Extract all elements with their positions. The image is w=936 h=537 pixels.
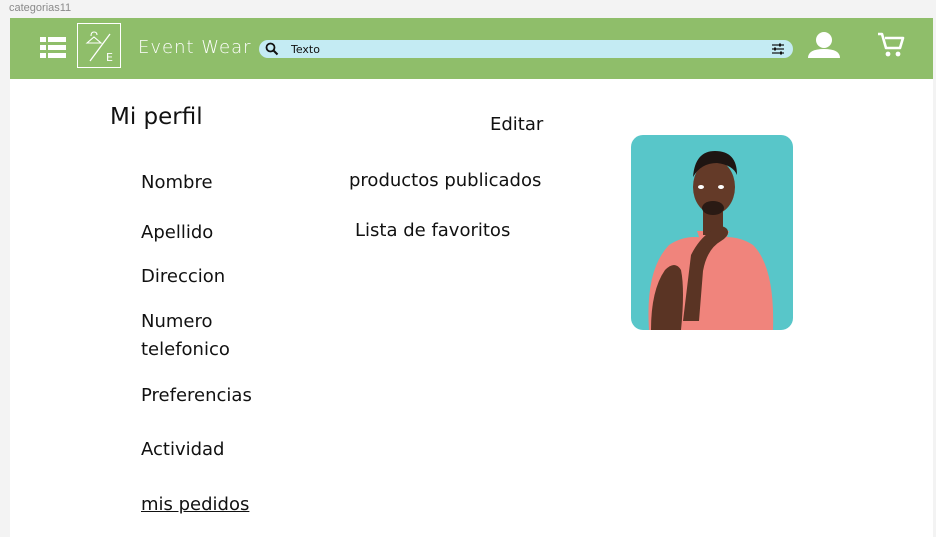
- edit-button[interactable]: Editar: [490, 114, 543, 135]
- menu-list-icon[interactable]: [40, 37, 66, 59]
- published-products-link[interactable]: productos publicados: [349, 170, 541, 191]
- field-actividad: Actividad: [141, 439, 225, 460]
- page-frame: E Event Wear Texto Mi perfil Editar Nomb…: [10, 18, 933, 537]
- field-telefono-line1: Numero: [141, 311, 213, 332]
- profile-photo: [631, 135, 793, 330]
- page-title: Mi perfil: [110, 104, 203, 130]
- field-nombre: Nombre: [141, 172, 213, 193]
- person-illustration: [648, 151, 774, 330]
- top-navbar: E Event Wear: [10, 18, 933, 79]
- search-icon[interactable]: [265, 42, 279, 56]
- logo[interactable]: E: [77, 23, 121, 68]
- filter-icon[interactable]: [771, 43, 785, 55]
- hanger-icon: [85, 31, 111, 62]
- user-icon[interactable]: [807, 31, 841, 59]
- brand-name[interactable]: Event Wear: [138, 37, 252, 58]
- frame-label: categorias11: [9, 2, 72, 14]
- field-direccion: Direccion: [141, 266, 226, 287]
- field-telefono-line2: telefonico: [141, 339, 230, 360]
- search-bar: [259, 40, 793, 58]
- field-telefono: Numero telefonico: [141, 308, 230, 364]
- favorites-list-link[interactable]: Lista de favoritos: [355, 220, 510, 241]
- field-preferencias: Preferencias: [141, 385, 252, 406]
- my-orders-link[interactable]: mis pedidos: [141, 491, 249, 519]
- logo-letter: E: [106, 51, 113, 64]
- search-input[interactable]: [291, 41, 751, 57]
- cart-icon[interactable]: [876, 30, 906, 60]
- field-apellido: Apellido: [141, 222, 214, 243]
